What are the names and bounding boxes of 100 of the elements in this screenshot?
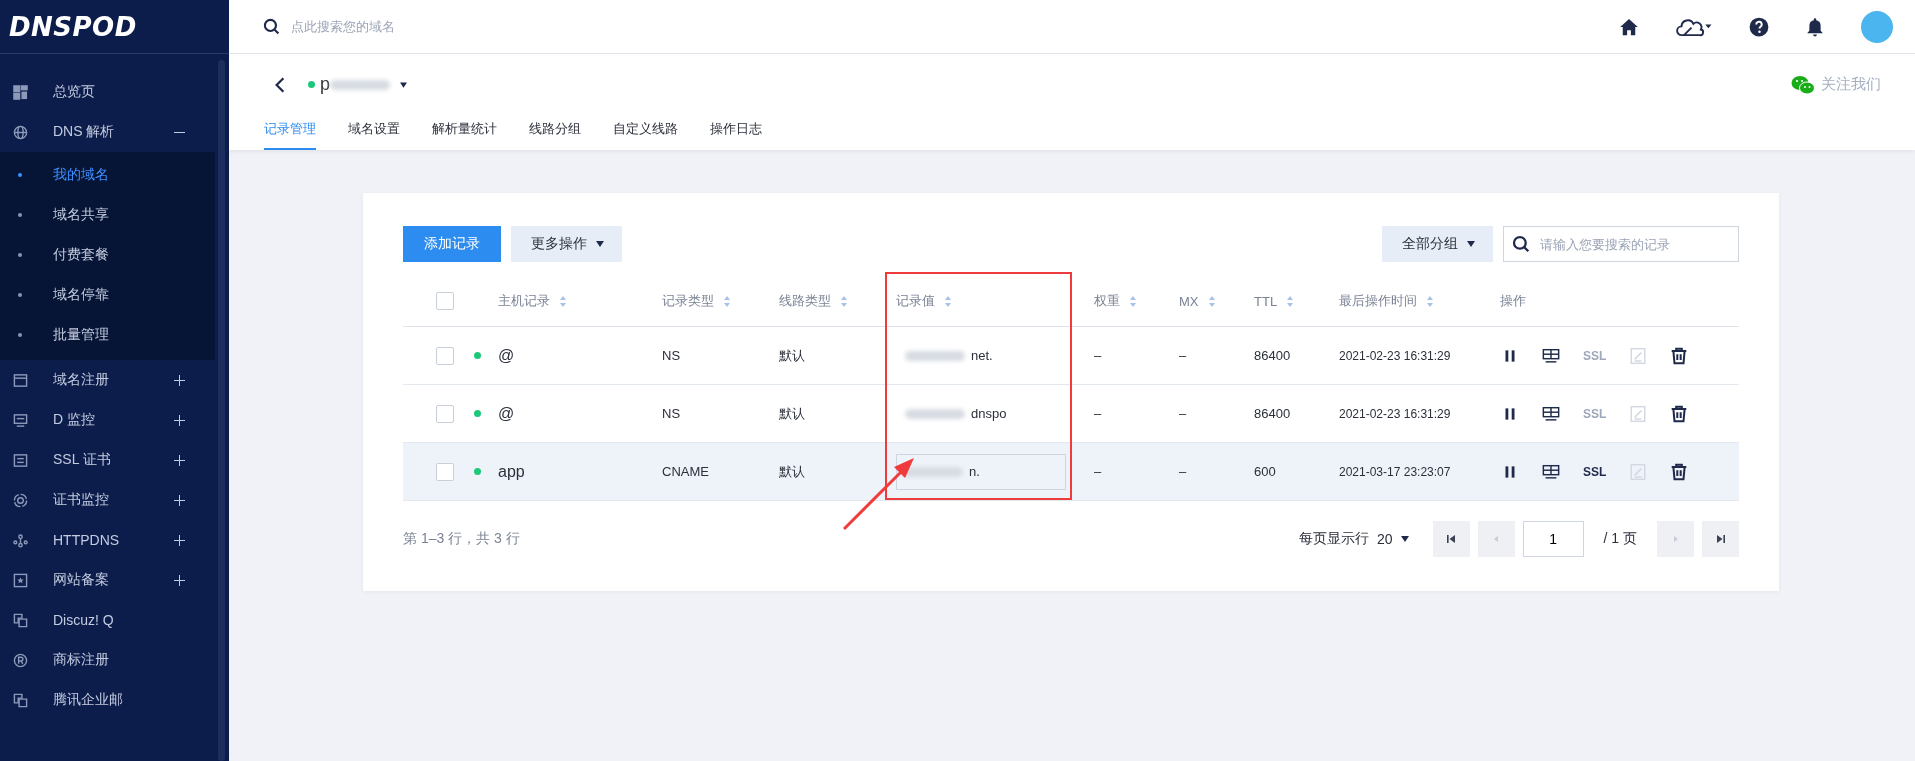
record-search-box[interactable]: 请输入您要搜索的记录 [1503,226,1739,262]
submenu-item[interactable]: 付费套餐 [0,235,215,275]
line-cell: 默认 [779,347,805,363]
tab[interactable]: 线路分组 [529,110,581,150]
value-text: n. [969,464,980,479]
sidebar-item[interactable]: HTTPDNS [0,520,215,560]
weight-cell: – [1094,348,1102,363]
submenu-item[interactable]: 我的域名 [0,155,215,195]
globe-icon [13,124,28,140]
tab[interactable]: 解析量统计 [432,110,497,150]
search-icon[interactable] [263,18,280,35]
value-input-field[interactable]: n. [896,453,1066,490]
row-checkbox[interactable] [436,346,454,365]
sidebar-item[interactable]: SSL 证书 [0,440,215,480]
type-cell: NS [662,406,681,421]
tab[interactable]: 操作日志 [710,110,762,150]
sidebar-item[interactable]: D 监控 [0,400,215,440]
delete-icon[interactable] [1670,404,1689,423]
domain-name[interactable]: p [320,74,330,95]
caret-icon[interactable] [400,81,407,88]
sidebar-item[interactable]: 域名注册 [0,360,215,400]
value-text: net. [971,348,993,363]
weight-cell: – [1094,464,1102,479]
caret-icon [1467,241,1475,247]
column-header[interactable]: 记录类型 [662,293,714,308]
help-icon[interactable] [1749,16,1769,37]
monitor-icon[interactable] [1542,346,1560,365]
nodes-icon [13,532,28,548]
chat-bubbles-icon [1791,74,1815,95]
first-page-button[interactable] [1432,521,1470,557]
redaction-blur [905,350,965,361]
monitor-icon[interactable] [1542,404,1560,423]
expand-icon[interactable] [174,454,185,466]
target-icon [13,492,28,508]
mx-cell: – [1179,348,1187,363]
last-page-button[interactable] [1702,521,1739,557]
search-field[interactable]: 点此搜索您的域名 [289,18,593,35]
page-input-field[interactable]: 1 [1522,521,1584,557]
tab[interactable]: 自定义线路 [613,110,678,150]
cloud-icon[interactable] [1675,16,1713,37]
search-icon[interactable] [1512,235,1530,253]
redaction-blur [903,466,963,477]
column-header[interactable]: 主机记录 [498,293,550,308]
delete-icon[interactable] [1670,346,1689,365]
logo[interactable]: DNSPOD [9,11,137,42]
more-actions-button[interactable]: 更多操作 [511,226,622,262]
line-cell: 默认 [779,463,805,479]
column-header: 操作 [1500,293,1526,308]
sidebar-item[interactable]: 腾讯企业邮 [0,680,215,720]
squares-icon [13,692,28,708]
ttl-cell: 600 [1254,464,1276,479]
host-cell: @ [498,404,515,422]
column-header[interactable]: TTL [1254,294,1278,310]
column-header[interactable]: 权重 [1094,293,1120,308]
squares-icon [13,612,28,628]
back-icon[interactable] [274,75,286,94]
column-header[interactable]: 线路类型 [779,293,831,308]
time-cell: 2021-02-23 16:31:29 [1339,407,1451,421]
submenu-item[interactable]: 域名停靠 [0,275,215,315]
ttl-cell: 86400 [1254,406,1291,421]
sidebar-item[interactable]: 网站备案 [0,560,215,600]
submenu-item[interactable]: 批量管理 [0,315,215,355]
group-filter-button[interactable]: 全部分组 [1382,226,1493,262]
host-cell: app [498,462,525,480]
first-page-icon [1446,534,1457,544]
type-cell: CNAME [662,464,709,479]
monitor-icon[interactable] [1542,462,1560,481]
ttl-cell: 86400 [1254,348,1291,363]
window-icon [13,372,28,388]
column-header[interactable]: 记录值 [896,293,935,308]
ssl-link[interactable]: SSL [1583,464,1607,479]
sidebar-item[interactable]: DNS 解析 [0,112,215,152]
expand-icon[interactable] [174,574,185,586]
time-cell: 2021-03-17 23:23:07 [1339,465,1451,479]
expand-icon[interactable] [174,374,185,386]
sidebar-item[interactable]: Discuz! Q [0,600,215,640]
column-header[interactable]: MX [1179,294,1199,310]
delete-icon[interactable] [1670,462,1689,481]
registered-icon [13,652,28,668]
type-cell: NS [662,348,681,363]
sidebar-item[interactable]: 商标注册 [0,640,215,680]
per-page-dropdown[interactable]: 20 [1376,531,1409,547]
notification-bell-icon[interactable] [1805,16,1825,37]
expand-icon[interactable] [174,534,185,546]
select-all-checkbox[interactable] [436,292,454,310]
tab[interactable]: 域名设置 [348,110,400,150]
host-cell: @ [498,346,515,364]
sidebar-item[interactable]: 总览页 [0,72,215,112]
row-checkbox[interactable] [436,462,454,481]
column-header[interactable]: 最后操作时间 [1339,293,1417,308]
row-checkbox[interactable] [436,404,454,423]
weight-cell: – [1094,406,1102,421]
home-icon[interactable] [1619,16,1639,37]
tab[interactable]: 记录管理 [264,110,316,150]
expand-icon[interactable] [174,414,185,426]
redaction-blur [905,408,965,419]
submenu-item[interactable]: 域名共享 [0,195,215,235]
sidebar-item[interactable]: 证书监控 [0,480,215,520]
expand-icon[interactable] [174,494,185,506]
value-text: dnspo [971,406,1007,421]
